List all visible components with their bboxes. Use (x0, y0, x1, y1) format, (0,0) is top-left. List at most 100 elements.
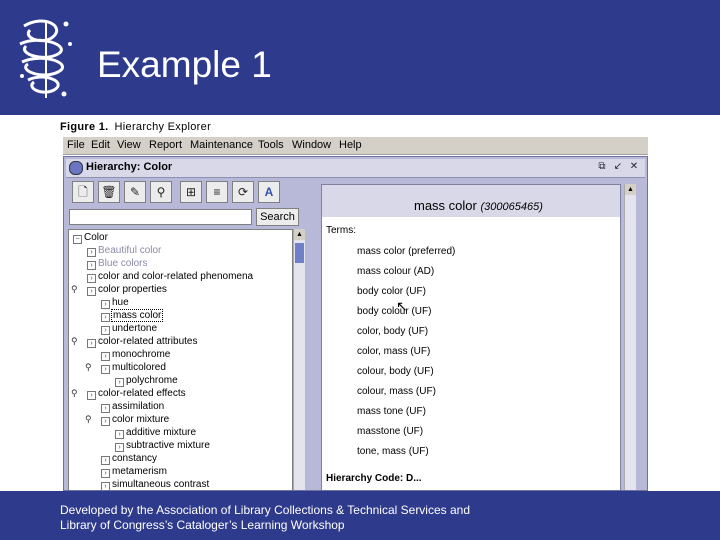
term-entry: colour, mass (UF) (357, 386, 436, 397)
term-entry: body color (UF) (357, 286, 426, 297)
hierarchy-window: Hierarchy: Color ⧉ ↙ ✕ 🗋 🗑 ✎ ⚲ ⊞ ≡ ⟳ A S… (63, 156, 648, 491)
scroll-up-icon[interactable]: ▲ (294, 229, 305, 240)
scroll-up-icon[interactable]: ▲ (625, 184, 636, 195)
node-icon: › (101, 326, 110, 335)
find-icon[interactable]: ⚲ (150, 181, 172, 203)
menu-bar: File Edit View Report Maintenance Tools … (63, 137, 648, 155)
node-icon: › (115, 443, 124, 452)
tree-item[interactable]: − Color (73, 231, 108, 244)
refresh-icon[interactable]: ⟳ (232, 181, 254, 203)
tree-item[interactable]: ⚲ › color-related attributes (71, 335, 198, 348)
footer-line-1: Developed by the Association of Library … (60, 503, 471, 517)
edit-icon[interactable]: ✎ (124, 181, 146, 203)
menu-maintenance[interactable]: Maintenance (190, 139, 253, 151)
tree-item[interactable]: › simultaneous contrast (101, 478, 209, 490)
record-term: mass color (300065465) (414, 198, 543, 213)
tree-item[interactable]: › constancy (101, 452, 157, 465)
tree-item[interactable]: ⚲ › color-related effects (71, 387, 186, 400)
restore-icon[interactable]: ⧉ (596, 161, 608, 173)
list-icon[interactable]: ≡ (206, 181, 228, 203)
scroll-thumb[interactable] (295, 243, 304, 263)
slide-title: Example 1 (97, 44, 272, 85)
expand-toggle-icon[interactable]: ⚲ (85, 413, 92, 426)
menu-file[interactable]: File (67, 139, 85, 151)
expand-toggle-icon[interactable]: ⚲ (85, 361, 92, 374)
node-icon: › (87, 248, 96, 257)
expand-toggle-icon[interactable]: ⚲ (71, 335, 78, 348)
record-header: mass color (300065465) (322, 185, 620, 217)
tree-item[interactable]: › polychrome (115, 374, 178, 387)
tree-item[interactable]: › hue (101, 296, 129, 309)
menu-view[interactable]: View (117, 139, 141, 151)
tree-item[interactable]: › additive mixture (115, 426, 196, 439)
terms-label: Terms: (326, 225, 356, 236)
menu-help[interactable]: Help (339, 139, 362, 151)
mouse-cursor-icon: ↖ (396, 298, 408, 314)
menu-tools[interactable]: Tools (258, 139, 284, 151)
record-scrollbar[interactable]: ▲ (624, 184, 636, 490)
node-icon: › (115, 430, 124, 439)
menu-report[interactable]: Report (149, 139, 182, 151)
node-icon: › (101, 313, 110, 322)
delete-icon[interactable]: 🗑 (98, 181, 120, 203)
expand-toggle-icon[interactable]: ⚲ (71, 283, 78, 296)
term-entry: color, body (UF) (357, 326, 429, 337)
node-icon: › (101, 456, 110, 465)
node-icon: › (87, 287, 96, 296)
tree-expand-icon[interactable]: ⊞ (180, 181, 202, 203)
menu-window[interactable]: Window (292, 139, 331, 151)
expand-toggle-icon[interactable]: ⚲ (71, 387, 78, 400)
node-icon: › (101, 300, 110, 309)
node-icon: › (87, 261, 96, 270)
tree-item[interactable]: › Blue colors (87, 257, 147, 270)
node-icon: › (101, 469, 110, 478)
search-input[interactable] (69, 209, 252, 225)
footer-line-2: Library of Congress’s Cataloger’s Learni… (60, 518, 345, 532)
slide-banner: Example 1 (0, 0, 720, 115)
term-entry: body colour (UF) (357, 306, 432, 317)
tree-item[interactable]: ⚲ › multicolored (85, 361, 166, 374)
node-icon: › (101, 417, 110, 426)
new-document-icon[interactable]: 🗋 (72, 181, 94, 203)
minimize-icon[interactable]: ↙ (612, 161, 624, 173)
node-icon: › (101, 365, 110, 374)
slide-footer: Developed by the Association of Library … (0, 491, 720, 540)
node-icon: › (101, 404, 110, 413)
term-entry: masstone (UF) (357, 426, 424, 437)
tree-item[interactable]: › subtractive mixture (115, 439, 210, 452)
tree-item[interactable]: › Beautiful color (87, 244, 161, 257)
term-entry: mass color (preferred) (357, 246, 456, 257)
term-entry: mass tone (UF) (357, 406, 426, 417)
figure-title: Hierarchy Explorer (114, 121, 212, 133)
tree-item[interactable]: › undertone (101, 322, 157, 335)
node-icon: › (87, 339, 96, 348)
toolbar: 🗋 🗑 ✎ ⚲ ⊞ ≡ ⟳ A (68, 179, 300, 207)
node-icon: › (101, 482, 110, 490)
window-title: Hierarchy: Color (86, 161, 173, 173)
tree-item[interactable]: ⚲ › color properties (71, 283, 167, 296)
search-button[interactable]: Search (256, 208, 299, 226)
tree-item[interactable]: › assimilation (101, 400, 164, 413)
node-icon: › (115, 378, 124, 387)
tree-item[interactable]: › color and color-related phenomena (87, 270, 253, 283)
record-code: (300065465) (480, 201, 543, 213)
node-icon: › (101, 352, 110, 361)
tree-item[interactable]: ⚲ › color mixture (85, 413, 169, 426)
term-entry: mass colour (AD) (357, 266, 435, 277)
font-icon[interactable]: A (258, 181, 280, 203)
menu-edit[interactable]: Edit (91, 139, 110, 151)
tree-item[interactable]: › metamerism (101, 465, 167, 478)
term-entry: colour, body (UF) (357, 366, 434, 377)
folder-icon: − (73, 235, 82, 244)
node-icon: › (87, 274, 96, 283)
figure-label: Figure 1. (60, 121, 109, 133)
term-entry: tone, mass (UF) (357, 446, 429, 457)
hierarchy-tree: − Color › Beautiful color › Blue colors › co… (68, 229, 293, 490)
window-titlebar: Hierarchy: Color ⧉ ↙ ✕ (66, 159, 645, 178)
tree-item[interactable]: › monochrome (101, 348, 170, 361)
ornament-logo-icon (19, 19, 72, 98)
term-entry: color, mass (UF) (357, 346, 431, 357)
tree-scrollbar[interactable]: ▲ (293, 229, 305, 490)
close-icon[interactable]: ✕ (628, 161, 640, 173)
tree-item-selected[interactable]: › mass color (101, 309, 164, 322)
